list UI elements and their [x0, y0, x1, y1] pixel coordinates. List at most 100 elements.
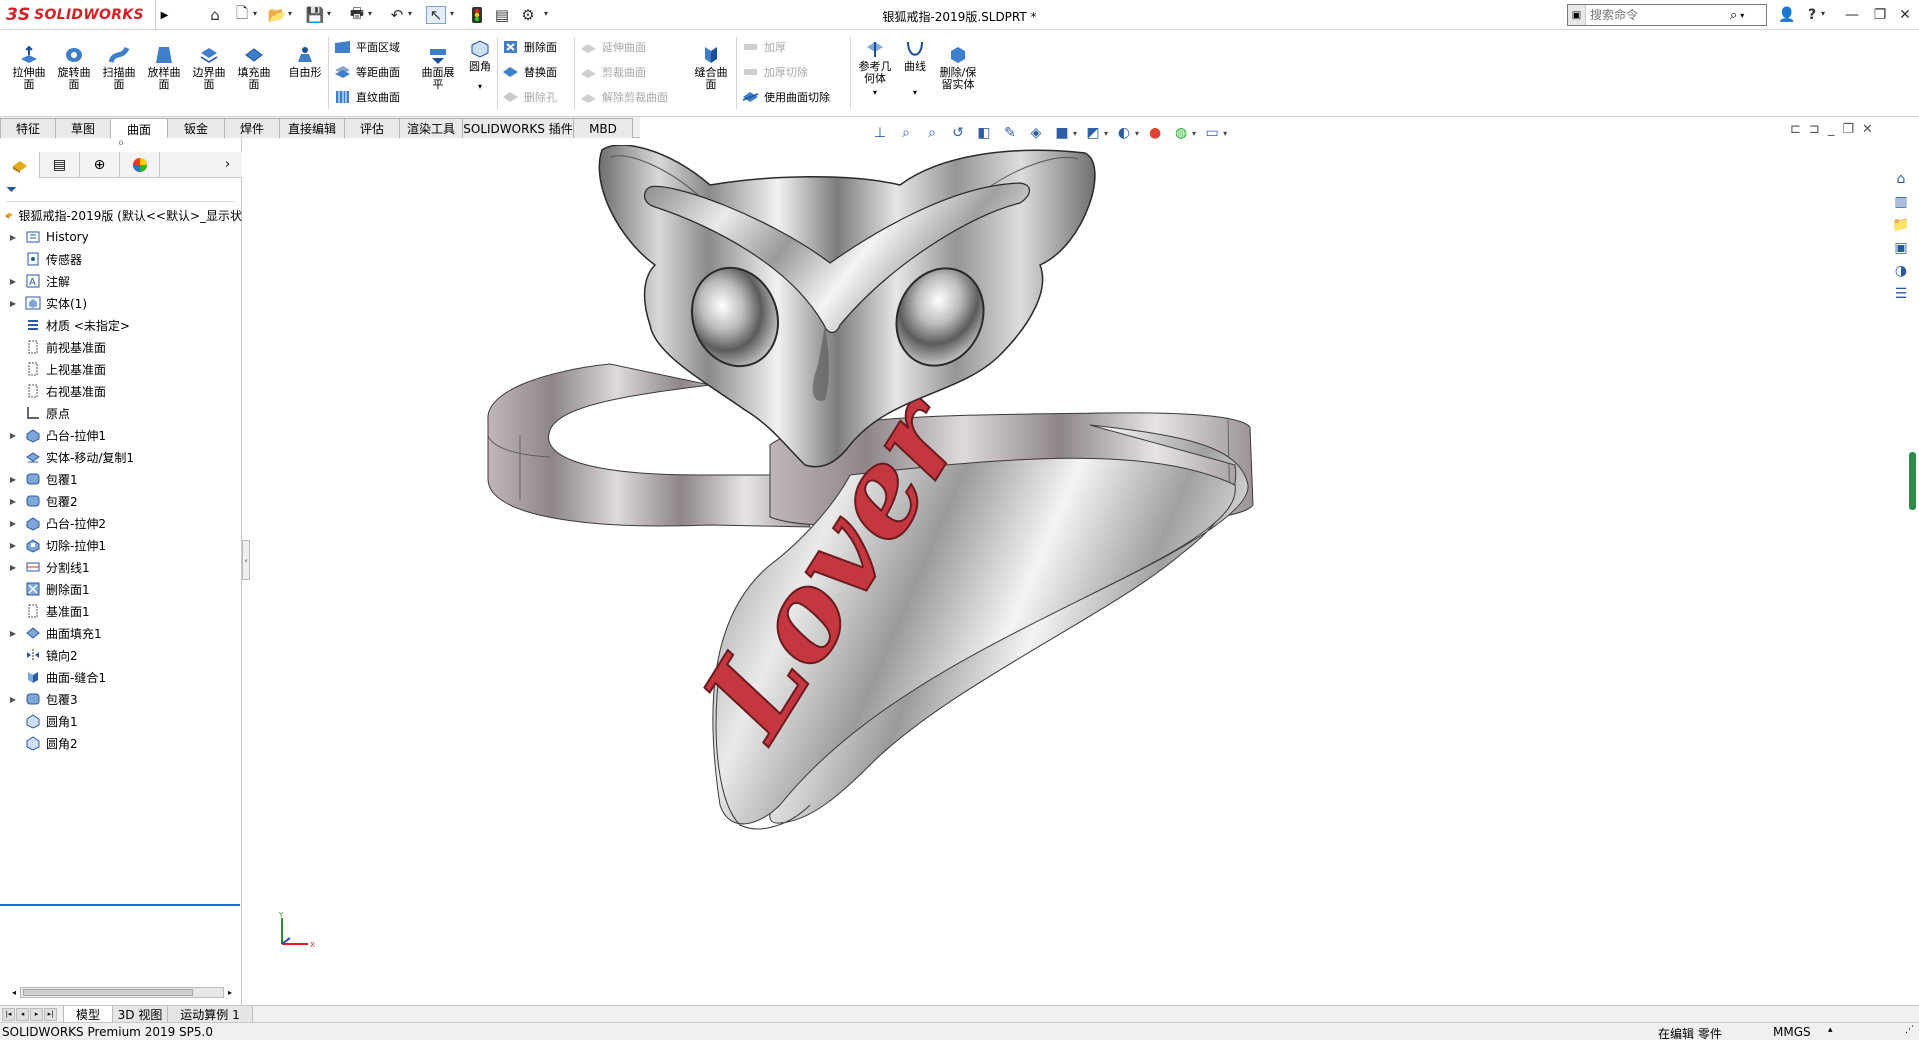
tree-item-3[interactable]: ▶ A 注解: [0, 270, 242, 292]
open-icon[interactable]: 📂: [267, 6, 287, 24]
tree-item-21[interactable]: 曲面-缝合1: [0, 666, 242, 688]
view-settings-icon[interactable]: ▭: [1202, 123, 1222, 143]
ruled-surface-button[interactable]: 直纹曲面: [334, 85, 400, 109]
open-dropdown-icon[interactable]: ▾: [288, 9, 292, 18]
expand-arrow-icon[interactable]: ▶: [8, 695, 18, 704]
tree-item-24[interactable]: 圆角2: [0, 732, 242, 754]
panel-expand-arrow-icon[interactable]: ›: [225, 157, 230, 172]
hide-show-items-icon[interactable]: ◩: [1083, 123, 1103, 143]
tab-first-icon[interactable]: |◂: [2, 1008, 15, 1021]
undo-icon[interactable]: ↶: [387, 6, 407, 24]
scroll-right-icon[interactable]: ▸: [228, 988, 232, 997]
tab-next-icon[interactable]: ▸: [30, 1008, 43, 1021]
configuration-manager-tab-icon[interactable]: ⊕: [80, 152, 120, 178]
user-icon[interactable]: 👤: [1776, 5, 1798, 25]
cut-with-surface-button[interactable]: 使用曲面切除: [742, 85, 830, 109]
view-palette-icon[interactable]: ▣: [1890, 237, 1912, 259]
home-icon[interactable]: ⌂: [205, 6, 225, 24]
tree-item-11[interactable]: 实体-移动/复制1: [0, 446, 242, 468]
expand-arrow-icon[interactable]: ▶: [8, 629, 18, 638]
previous-view-icon[interactable]: ↺: [948, 123, 968, 143]
expand-arrow-icon[interactable]: ▶: [8, 233, 18, 242]
tab-3d-view[interactable]: 3D 视图: [112, 1006, 168, 1023]
tab-model[interactable]: 模型: [63, 1006, 113, 1023]
unit-system-dropdown-icon[interactable]: ▴: [1828, 1025, 1833, 1035]
replace-face-button[interactable]: 替换面: [502, 60, 557, 84]
tab-motion-study[interactable]: 运动算例 1: [167, 1006, 253, 1023]
appearances-icon[interactable]: ◑: [1890, 260, 1912, 282]
expand-arrow-icon[interactable]: ▶: [8, 497, 18, 506]
resize-grip-icon[interactable]: ⋰: [1905, 1025, 1914, 1035]
view-orientation-cube-icon[interactable]: ◈: [1026, 123, 1046, 143]
select-cursor-icon[interactable]: ↖: [426, 6, 446, 24]
tree-item-5[interactable]: 材质 <未指定>: [0, 314, 242, 336]
menu-expand-arrow[interactable]: ▶: [155, 0, 173, 30]
vertical-scroll-indicator[interactable]: [1909, 452, 1916, 510]
loft-surface-button[interactable]: 放样曲 面: [141, 45, 187, 91]
edit-appearance-icon[interactable]: ◐: [1114, 123, 1134, 143]
tree-item-13[interactable]: ▶ 包覆2: [0, 490, 242, 512]
sweep-surface-button[interactable]: 扫描曲 面: [96, 45, 142, 91]
extend-surface-button[interactable]: 延伸曲面: [580, 35, 646, 59]
apply-scene-icon[interactable]: ●: [1145, 123, 1165, 143]
close-icon[interactable]: ✕: [1894, 5, 1916, 25]
knit-surface-button[interactable]: 缝合曲 面: [688, 45, 734, 91]
ring-model[interactable]: Lover: [250, 145, 1883, 1005]
tree-item-18[interactable]: 基准面1: [0, 600, 242, 622]
tree-item-14[interactable]: ▶ 凸台-拉伸2: [0, 512, 242, 534]
untrim-surface-button[interactable]: 解除剪裁曲面: [580, 85, 668, 109]
file-properties-icon[interactable]: ▤: [492, 6, 512, 24]
save-dropdown-icon[interactable]: ▾: [327, 9, 331, 18]
property-manager-tab-icon[interactable]: ▤: [40, 152, 80, 178]
expand-arrow-icon[interactable]: ▶: [8, 431, 18, 440]
display-manager-tab-icon[interactable]: [120, 152, 160, 178]
search-scope-icon[interactable]: ▣: [1568, 5, 1586, 25]
expand-arrow-icon[interactable]: ▶: [8, 277, 18, 286]
horizontal-scrollbar[interactable]: ◂ ▸: [12, 984, 232, 1000]
tree-item-7[interactable]: 上视基准面: [0, 358, 242, 380]
thicken-button[interactable]: 加厚: [742, 35, 786, 59]
tree-item-15[interactable]: ▶ 切除-拉伸1: [0, 534, 242, 556]
tab-solidworks-addins[interactable]: SOLIDWORKS 插件: [462, 118, 574, 138]
tab-surfaces[interactable]: 曲面: [110, 118, 168, 139]
boundary-surface-button[interactable]: 边界曲 面: [186, 45, 232, 91]
dynamic-annotation-icon[interactable]: ✎: [1000, 123, 1020, 143]
panel-splitter-handle[interactable]: ‹: [242, 540, 250, 580]
search-input[interactable]: [1586, 8, 1726, 22]
help-icon[interactable]: ?: [1801, 5, 1823, 25]
tree-item-16[interactable]: ▶ 分割线1: [0, 556, 242, 578]
tree-item-10[interactable]: ▶ 凸台-拉伸1: [0, 424, 242, 446]
display-style-icon[interactable]: ■: [1052, 123, 1072, 143]
scene-dropdown-icon[interactable]: ▾: [1192, 129, 1196, 138]
rebuild-icon[interactable]: [467, 6, 487, 24]
solidworks-resources-icon[interactable]: ⌂: [1890, 168, 1912, 190]
options-dropdown-icon[interactable]: ▾: [544, 9, 548, 18]
expand-arrow-icon[interactable]: ▶: [8, 541, 18, 550]
view-settings-dropdown-icon[interactable]: ▾: [1223, 129, 1227, 138]
tree-item-1[interactable]: ▶ History: [0, 226, 242, 248]
new-document-icon[interactable]: 🗋: [232, 4, 252, 24]
display-style-dropdown-icon[interactable]: ▾: [1073, 129, 1077, 138]
tab-evaluate[interactable]: 评估: [344, 118, 400, 138]
options-gear-icon[interactable]: ⚙: [518, 6, 538, 24]
tree-item-4[interactable]: ▶ 实体(1): [0, 292, 242, 314]
feature-manager-tab-icon[interactable]: [0, 152, 40, 178]
offset-surface-button[interactable]: 等距曲面: [334, 60, 400, 84]
search-commands-box[interactable]: ▣ ⌕ ▾: [1567, 4, 1767, 26]
tab-sheet-metal[interactable]: 钣金: [167, 118, 225, 138]
help-dropdown-icon[interactable]: ▾: [1821, 9, 1825, 18]
planar-surface-button[interactable]: 平面区域: [334, 35, 400, 59]
design-library-icon[interactable]: ▥: [1890, 191, 1912, 213]
custom-properties-icon[interactable]: ☰: [1890, 283, 1912, 305]
print-dropdown-icon[interactable]: ▾: [368, 9, 372, 18]
delete-hole-button[interactable]: 删除孔: [502, 85, 557, 109]
minimize-icon[interactable]: —: [1841, 5, 1863, 25]
appearance-dropdown-icon[interactable]: ▾: [1135, 129, 1139, 138]
tree-item-23[interactable]: 圆角1: [0, 710, 242, 732]
viewport-restore-icon[interactable]: ❐: [1842, 122, 1854, 142]
panel-grip[interactable]: o: [0, 138, 242, 152]
viewport-close-icon[interactable]: ✕: [1862, 122, 1873, 142]
scroll-thumb[interactable]: [23, 988, 194, 996]
search-icon[interactable]: ⌕: [1730, 8, 1737, 23]
unit-system[interactable]: MMGS: [1773, 1025, 1811, 1039]
